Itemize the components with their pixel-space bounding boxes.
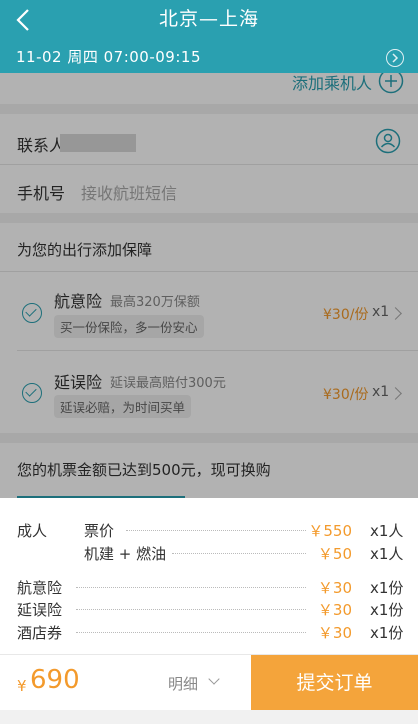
- price-row-label: 延误险: [17, 601, 63, 619]
- dotted-leader: [76, 632, 306, 633]
- total-price: 690: [30, 665, 80, 695]
- insurance-qty: x1: [372, 384, 390, 400]
- price-row-qty: x1份: [370, 624, 404, 642]
- price-row-qty: x1人: [370, 545, 404, 563]
- chevron-right-icon: [389, 307, 402, 320]
- submit-order-button[interactable]: 提交订单: [251, 655, 418, 711]
- dotted-leader: [126, 530, 306, 531]
- flight-detail-chevron-icon[interactable]: [386, 49, 404, 67]
- phone-input[interactable]: 接收航班短信: [81, 180, 177, 204]
- dotted-leader: [76, 587, 306, 588]
- route-title: 北京—上海: [158, 8, 259, 30]
- insurance-price: ¥30/份: [323, 307, 369, 323]
- currency-symbol: ¥: [17, 677, 27, 695]
- insurance-price: ¥30/份: [323, 387, 369, 403]
- divider: [0, 271, 418, 272]
- header-bar: 北京—上海 11-02 周四 07:00-09:15: [0, 0, 418, 73]
- contact-section: 联系人 手机号 接收航班短信: [0, 114, 418, 213]
- insurance-section: 为您的出行添加保障 航意险 最高320万保额 买一份保险，多一份安心 ¥30/份…: [0, 223, 418, 433]
- dotted-leader: [172, 553, 306, 554]
- insurance-subtitle: 最高320万保额: [110, 295, 200, 310]
- price-row-price: ￥50: [317, 545, 352, 563]
- insurance-title: 延误险: [54, 373, 103, 392]
- price-row-label: 票价: [84, 522, 115, 540]
- home-indicator-area: [0, 710, 418, 724]
- insurance-subtitle: 延误最高赔付300元: [110, 376, 226, 391]
- insurance-qty: x1: [372, 304, 390, 320]
- detail-toggle[interactable]: 明细: [168, 673, 198, 694]
- divider: [17, 350, 418, 351]
- add-circle-icon[interactable]: [378, 68, 404, 94]
- divider: [0, 164, 418, 165]
- checkmark-icon[interactable]: [22, 383, 42, 403]
- contact-book-icon[interactable]: [375, 128, 401, 154]
- price-row-qty: x1份: [370, 601, 404, 619]
- insurance-section-title: 为您的出行添加保障: [17, 241, 153, 259]
- dotted-leader: [76, 609, 306, 610]
- flight-info: 11-02 周四 07:00-09:15: [16, 48, 201, 66]
- contact-name-redacted[interactable]: [60, 134, 136, 152]
- promo-text: 您的机票金额已达到500元，现可换购: [17, 461, 271, 479]
- price-row-qty: x1份: [370, 579, 404, 597]
- phone-label: 手机号: [17, 184, 66, 203]
- insurance-tag: 买一份保险，多一份安心: [54, 315, 204, 338]
- price-row-label: 酒店券: [17, 624, 63, 642]
- adult-label: 成人: [17, 522, 48, 540]
- chevron-down-icon[interactable]: [208, 673, 220, 685]
- add-passenger-row[interactable]: 添加乘机人: [0, 68, 418, 104]
- contact-name-label: 联系人: [17, 136, 66, 155]
- price-detail-panel: 成人 票价 ￥550 x1人 机建 + 燃油 ￥50 x1人 航意险 ￥30 x…: [0, 498, 418, 654]
- promo-section: 您的机票金额已达到500元，现可换购: [0, 443, 418, 498]
- price-row-label: 机建 + 燃油: [84, 545, 167, 563]
- price-row-price: ￥30: [317, 579, 352, 597]
- price-row-price: ￥30: [317, 601, 352, 619]
- price-row-price: ￥30: [317, 624, 352, 642]
- price-row-label: 航意险: [17, 579, 63, 597]
- checkmark-icon[interactable]: [22, 303, 42, 323]
- chevron-right-icon: [389, 387, 402, 400]
- add-passenger-label[interactable]: 添加乘机人: [292, 70, 372, 94]
- price-row-price: ￥550: [308, 522, 352, 540]
- insurance-tag: 延误必赔，为时间买单: [54, 395, 192, 418]
- bottom-bar: ¥ 690 明细 提交订单: [0, 654, 418, 711]
- price-row-qty: x1人: [370, 522, 404, 540]
- insurance-title: 航意险: [54, 292, 103, 311]
